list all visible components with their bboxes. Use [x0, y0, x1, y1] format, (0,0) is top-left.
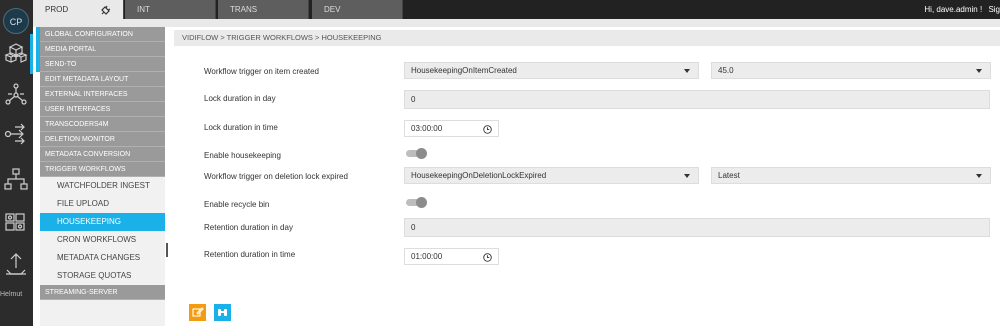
blocks-icon[interactable] — [2, 208, 30, 236]
trigger-created-version-select[interactable]: 45.0 — [711, 62, 991, 79]
sidebar: GLOBAL CONFIGURATION MEDIA PORTAL SEND-T… — [40, 27, 165, 326]
icon-rail: CP Helmut — [0, 0, 33, 326]
retention-day-label: Retention duration in day — [204, 223, 293, 232]
tab-trans-label: TRANS — [230, 5, 258, 14]
tab-int[interactable]: INT — [125, 0, 216, 19]
retention-time-label: Retention duration in time — [204, 250, 296, 259]
hierarchy-icon[interactable] — [2, 165, 30, 193]
chevron-down-icon — [684, 174, 690, 178]
lock-time-input[interactable]: 03:00:00 — [404, 120, 499, 137]
trigger-created-workflow-select[interactable]: HousekeepingOnItemCreated — [404, 62, 699, 79]
sidebar-item-external-interfaces[interactable]: EXTERNAL INTERFACES — [40, 87, 165, 102]
sidebar-item-transcoders4m[interactable]: TRANSCODERS4M — [40, 117, 165, 132]
retention-time-input[interactable]: 01:00:00 — [404, 248, 499, 265]
broken-image-alt-text: Helmut — [0, 291, 23, 298]
edit-icon — [192, 307, 204, 317]
breadcrumb: VIDIFLOW > TRIGGER WORKFLOWS > HOUSEKEEP… — [174, 30, 1000, 46]
plug-icon — [100, 4, 111, 15]
trigger-deletion-label: Workflow trigger on deletion lock expire… — [204, 172, 348, 181]
network-icon[interactable] — [2, 80, 30, 108]
retention-time-value: 01:00:00 — [411, 252, 443, 261]
trigger-deletion-workflow-value: HousekeepingOnDeletionLockExpired — [411, 171, 547, 180]
greeting-text: Hi, dave.admin ! — [924, 5, 983, 14]
tab-prod-label: PROD — [45, 5, 69, 14]
enable-housekeeping-label: Enable housekeeping — [204, 151, 281, 160]
sidebar-subitem-file-upload[interactable]: FILE UPLOAD — [40, 195, 165, 213]
signout-link[interactable]: Sig — [988, 5, 1000, 14]
upload-icon[interactable] — [2, 250, 30, 278]
sidebar-subitem-storage-quotas[interactable]: STORAGE QUOTAS — [40, 267, 165, 285]
clock-icon[interactable] — [483, 124, 492, 134]
enable-recycle-label: Enable recycle bin — [204, 200, 270, 209]
sidebar-item-user-interfaces[interactable]: USER INTERFACES — [40, 102, 165, 117]
sidebar-item-edit-metadata-layout[interactable]: EDIT METADATA LAYOUT — [40, 72, 165, 87]
trigger-created-workflow-value: HousekeepingOnItemCreated — [411, 66, 517, 75]
tab-prod[interactable]: PROD — [33, 0, 124, 19]
sidebar-item-trigger-workflows[interactable]: TRIGGER WORKFLOWS — [40, 162, 165, 177]
sidebar-item-global-configuration[interactable]: GLOBAL CONFIGURATION — [40, 27, 165, 42]
chevron-down-icon — [976, 174, 982, 178]
broken-image-icon: Helmut — [0, 291, 33, 299]
transfer-icon[interactable] — [2, 120, 30, 148]
toggle-knob — [416, 148, 427, 159]
sidebar-subitem-housekeeping[interactable]: HOUSEKEEPING — [40, 213, 165, 231]
lock-time-label: Lock duration in time — [204, 123, 278, 132]
sidebar-gutter — [33, 27, 40, 326]
sidebar-subitem-watchfolder-ingest[interactable]: WATCHFOLDER INGEST — [40, 177, 165, 195]
clock-icon[interactable] — [483, 252, 492, 262]
chevron-down-icon — [684, 69, 690, 73]
environment-tabbar: PROD INT TRANS DEV Hi, dave.admin ! Sig — [33, 0, 1000, 19]
binoculars-icon — [218, 309, 227, 316]
edit-button[interactable] — [189, 304, 206, 321]
trigger-deletion-workflow-select[interactable]: HousekeepingOnDeletionLockExpired — [404, 167, 699, 184]
lock-day-input[interactable]: 0 — [404, 90, 990, 109]
tab-dev-label: DEV — [324, 5, 341, 14]
user-greeting: Hi, dave.admin ! Sig — [924, 0, 1000, 19]
sidebar-subitem-cron-workflows[interactable]: CRON WORKFLOWS — [40, 231, 165, 249]
trigger-deletion-version-select[interactable]: Latest — [711, 167, 991, 184]
sidebar-item-streaming-server[interactable]: STREAMING-SERVER — [40, 285, 165, 300]
sidebar-item-send-to[interactable]: SEND-TO — [40, 57, 165, 72]
find-button[interactable] — [214, 304, 231, 321]
tab-int-label: INT — [137, 5, 150, 14]
chevron-down-icon — [976, 69, 982, 73]
enable-recycle-toggle[interactable] — [406, 197, 428, 208]
trigger-created-version-value: 45.0 — [718, 66, 734, 75]
toggle-knob — [416, 197, 427, 208]
lock-time-value: 03:00:00 — [411, 124, 443, 133]
main-panel: VIDIFLOW > TRIGGER WORKFLOWS > HOUSEKEEP… — [170, 27, 1000, 326]
trigger-created-label: Workflow trigger on item created — [204, 67, 320, 76]
tab-trans[interactable]: TRANS — [218, 0, 309, 19]
tabbar-underline — [33, 19, 1000, 27]
app-root: CP Helmut PROD INT TRANS DEV Hi, dave.ad… — [0, 0, 1000, 326]
sidebar-item-deletion-monitor[interactable]: DELETION MONITOR — [40, 132, 165, 147]
enable-housekeeping-toggle[interactable] — [406, 148, 428, 159]
sidebar-item-metadata-conversion[interactable]: METADATA CONVERSION — [40, 147, 165, 162]
sidebar-subitem-metadata-changes[interactable]: METADATA CHANGES — [40, 249, 165, 267]
retention-day-input[interactable]: 0 — [404, 218, 990, 237]
sidebar-resize-handle[interactable] — [166, 243, 168, 257]
tab-dev[interactable]: DEV — [312, 0, 403, 19]
cubes-icon[interactable] — [2, 38, 30, 66]
sidebar-item-media-portal[interactable]: MEDIA PORTAL — [40, 42, 165, 57]
lock-day-label: Lock duration in day — [204, 94, 276, 103]
trigger-deletion-version-value: Latest — [718, 171, 740, 180]
avatar[interactable]: CP — [3, 8, 29, 34]
